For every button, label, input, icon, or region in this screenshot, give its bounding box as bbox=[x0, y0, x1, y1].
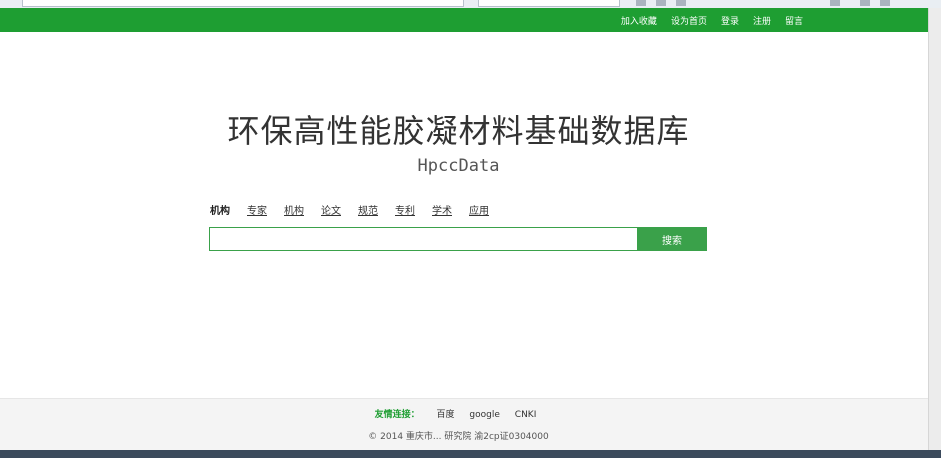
register-link[interactable]: 注册 bbox=[753, 14, 771, 27]
tab-application[interactable]: 应用 bbox=[469, 202, 489, 217]
tab-patent[interactable]: 专利 bbox=[395, 202, 415, 217]
tab-paper[interactable]: 论文 bbox=[321, 202, 341, 217]
top-nav-bar: 加入收藏 设为首页 登录 注册 留言 bbox=[0, 8, 929, 32]
address-bar[interactable] bbox=[22, 0, 464, 7]
tab-standard[interactable]: 规范 bbox=[358, 202, 378, 217]
top-nav-links: 加入收藏 设为首页 登录 注册 留言 bbox=[621, 8, 803, 32]
copyright-text: © 2014 重庆市... 研究院 渝2cp证0304000 bbox=[368, 432, 549, 442]
friend-link-baidu[interactable]: 百度 bbox=[437, 410, 455, 420]
tab-expert[interactable]: 专家 bbox=[247, 202, 267, 217]
toolbar-icon[interactable] bbox=[636, 0, 646, 6]
tab-institution-active[interactable]: 机构 bbox=[210, 202, 230, 217]
page-title: 环保高性能胶凝材料基础数据库 bbox=[227, 112, 690, 150]
footer: 友情连接： 百度 google CNKI © 2014 重庆市... 研究院 渝… bbox=[0, 398, 929, 451]
login-link[interactable]: 登录 bbox=[721, 14, 739, 27]
main-content: 环保高性能胶凝材料基础数据库 HpccData 机构 专家 机构 论文 规范 专… bbox=[0, 32, 929, 398]
search-input[interactable] bbox=[209, 227, 637, 251]
toolbar-icon[interactable] bbox=[656, 0, 666, 6]
toolbar-icon[interactable] bbox=[676, 0, 686, 6]
toolbar-icon[interactable] bbox=[860, 0, 870, 6]
toolbar-icon[interactable] bbox=[880, 0, 890, 6]
page-subtitle: HpccData bbox=[417, 156, 500, 176]
browser-search-box[interactable] bbox=[478, 0, 620, 7]
set-homepage-link[interactable]: 设为首页 bbox=[671, 14, 707, 27]
search-button[interactable]: 搜索 bbox=[637, 227, 707, 251]
toolbar-icon[interactable] bbox=[830, 0, 840, 6]
friend-links-label: 友情连接： bbox=[374, 410, 420, 420]
message-link[interactable]: 留言 bbox=[785, 14, 803, 27]
tab-academic[interactable]: 学术 bbox=[432, 202, 452, 217]
tab-institution[interactable]: 机构 bbox=[284, 202, 304, 217]
friend-link-google[interactable]: google bbox=[469, 410, 499, 420]
friend-link-cnki[interactable]: CNKI bbox=[515, 410, 537, 420]
vertical-scrollbar[interactable] bbox=[928, 8, 941, 458]
friend-links: 友情连接： 百度 google CNKI bbox=[0, 407, 917, 420]
search-bar: 搜索 bbox=[209, 227, 707, 251]
search-category-tabs: 机构 专家 机构 论文 规范 专利 学术 应用 bbox=[210, 202, 489, 217]
taskbar bbox=[0, 450, 941, 458]
add-favorite-link[interactable]: 加入收藏 bbox=[621, 14, 657, 27]
